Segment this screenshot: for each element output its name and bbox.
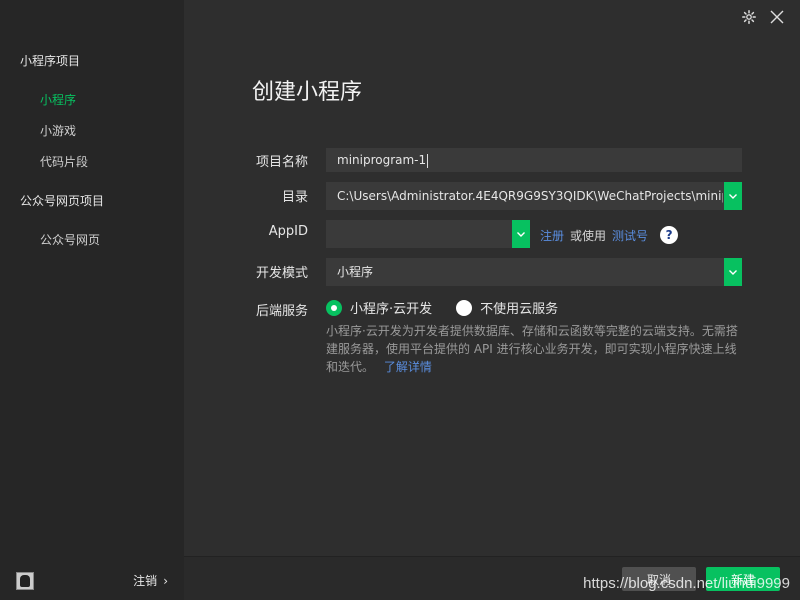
directory-value: C:\Users\Administrator.4E4QR9G9SY3QIDK\W… [337, 189, 724, 203]
avatar[interactable] [16, 572, 34, 590]
help-icon[interactable]: ? [660, 226, 679, 244]
chevron-right-icon: › [163, 573, 168, 588]
sidebar-section-miniprogram: 小程序项目 [20, 54, 81, 68]
backend-radio-group: 小程序·云开发 不使用云服务 [326, 298, 582, 317]
sidebar: 小程序项目 小程序 小游戏 代码片段 公众号网页项目 公众号网页 注销 › [0, 0, 184, 600]
text-caret [427, 153, 429, 168]
chevron-down-icon [517, 232, 525, 237]
create-project-window: 小程序项目 小程序 小游戏 代码片段 公众号网页项目 公众号网页 注销 › 创建… [0, 0, 800, 600]
radio-unchecked-icon [456, 299, 473, 316]
sidebar-item-code-snippet[interactable]: 代码片段 [40, 153, 88, 170]
register-link[interactable]: 注册 [540, 227, 564, 244]
test-account-link[interactable]: 测试号 [612, 227, 648, 244]
dev-mode-select[interactable]: 小程序 [326, 258, 724, 286]
cancel-button[interactable]: 取消 [622, 567, 696, 591]
radio-cloud-dev[interactable]: 小程序·云开发 [326, 298, 432, 317]
sidebar-section-web: 公众号网页项目 [20, 194, 105, 208]
directory-label: 目录 [281, 190, 308, 205]
dev-mode-value: 小程序 [337, 265, 374, 279]
appid-dropdown-button[interactable] [512, 220, 530, 248]
cloud-description: 小程序·云开发为开发者提供数据库、存储和云函数等完整的云端支持。无需搭建服务器，… [326, 322, 746, 376]
project-name-label: 项目名称 [255, 155, 308, 170]
sidebar-item-miniprogram[interactable]: 小程序 [40, 91, 76, 108]
dev-mode-dropdown-button[interactable] [724, 258, 742, 286]
radio-no-cloud[interactable]: 不使用云服务 [456, 298, 558, 317]
sidebar-item-web-page[interactable]: 公众号网页 [40, 231, 100, 248]
create-button[interactable]: 新建 [706, 567, 780, 591]
chevron-down-icon [729, 270, 737, 275]
sidebar-item-minigame[interactable]: 小游戏 [40, 122, 76, 139]
chevron-down-icon [729, 194, 737, 199]
logout-label: 注销 [133, 574, 158, 588]
appid-input[interactable] [326, 220, 512, 248]
dialog-footer: 取消 新建 [184, 556, 800, 600]
radio-checked-icon [326, 299, 342, 316]
appid-links: 注册 或使用 测试号 ? [540, 226, 679, 244]
logout-button[interactable]: 注销 › [133, 572, 168, 589]
or-use-text: 或使用 [570, 228, 607, 243]
page-title: 创建小程序 [252, 80, 363, 105]
dev-mode-label: 开发模式 [255, 266, 308, 281]
directory-input[interactable]: C:\Users\Administrator.4E4QR9G9SY3QIDK\W… [326, 182, 724, 210]
backend-label: 后端服务 [255, 304, 308, 319]
directory-dropdown-button[interactable] [724, 182, 742, 210]
radio-cloud-dev-label: 小程序·云开发 [350, 302, 433, 317]
radio-no-cloud-label: 不使用云服务 [480, 302, 559, 317]
main-panel: 创建小程序 项目名称 miniprogram-1 目录 C:\Users\Adm… [184, 0, 800, 556]
learn-more-link[interactable]: 了解详情 [384, 360, 432, 374]
appid-label: AppID [268, 224, 308, 239]
sidebar-footer: 注销 › [0, 560, 184, 600]
project-name-input[interactable]: miniprogram-1 [326, 148, 742, 172]
project-name-value: miniprogram-1 [337, 153, 427, 167]
